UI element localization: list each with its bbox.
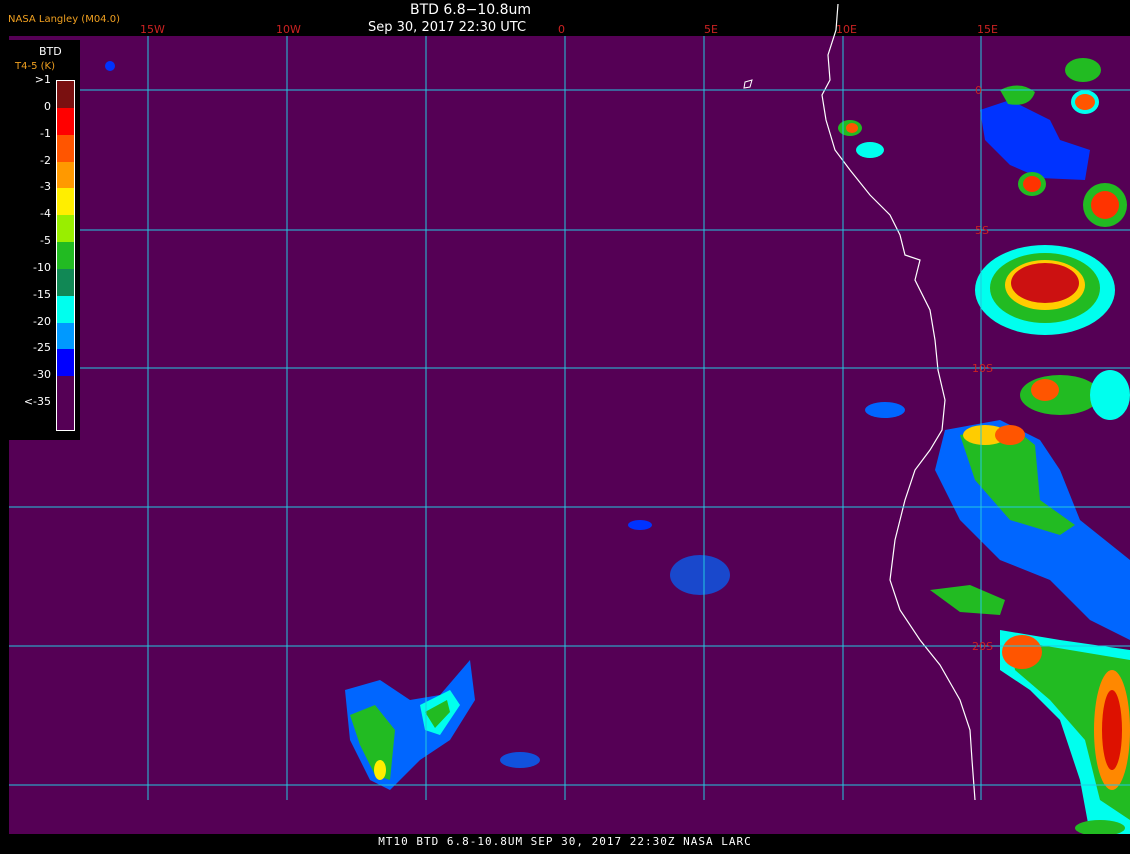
legend-swatch [57,134,74,163]
legend-swatch [57,322,74,350]
legend-label: -20 [33,314,51,328]
lat-label-10s: 10S [972,362,993,375]
legend-label: -5 [40,234,51,248]
legend-swatch [57,403,74,431]
credit-label: NASA Langley (M04.0) [8,14,120,25]
legend-swatch [57,376,74,404]
satellite-image-viewer: 15W 10W 0 5E 10E 15E 0 5S 10S 20S NASA L… [0,0,1130,850]
legend-swatch [57,349,74,377]
lat-label-20s: 20S [972,640,993,653]
legend-swatch [57,268,74,297]
lon-label-15e: 15E [977,23,998,36]
color-legend: BTD T4-5 (K) >1 0 -1 -2 -3 -4 -5 -10 -15 -20 -25 -3… [9,40,80,440]
legend-label: >1 [34,73,51,86]
legend-label: <-35 [23,395,51,409]
legend-swatch [57,161,74,189]
image-title: BTD 6.8−10.8um [410,2,532,18]
legend-label: 0 [44,99,51,113]
legend-label: -30 [33,368,51,382]
legend-label: -2 [40,153,51,167]
legend-swatch [57,81,74,109]
legend-swatch [57,242,74,270]
lon-label-15w: 15W [140,23,165,36]
legend-label: -25 [33,341,51,355]
legend-subtitle: T4-5 (K) [15,61,55,72]
legend-label: -10 [33,260,51,274]
lon-label-10e: 10E [836,23,857,36]
legend-colorbar [56,80,75,431]
lon-label-10w: 10W [276,23,301,36]
legend-swatch [57,107,74,136]
image-timestamp: Sep 30, 2017 22:30 UTC [368,20,527,35]
lon-label-5e: 5E [704,23,718,36]
lat-label-0: 0 [975,84,982,97]
legend-swatch [57,188,74,216]
legend-label: -1 [40,126,51,140]
lat-label-5s: 5S [975,224,989,237]
footer-caption: MT10 BTD 6.8-10.8UM SEP 30, 2017 22:30Z … [0,834,1130,850]
legend-swatch [57,215,74,243]
legend-title: BTD [39,45,62,58]
legend-swatch [57,295,74,324]
lon-label-0: 0 [558,23,565,36]
btd-map: 15W 10W 0 5E 10E 15E 0 5S 10S 20S [9,3,1130,836]
legend-label: -4 [40,207,51,221]
legend-label: -3 [40,180,51,194]
legend-label: -15 [33,287,51,301]
